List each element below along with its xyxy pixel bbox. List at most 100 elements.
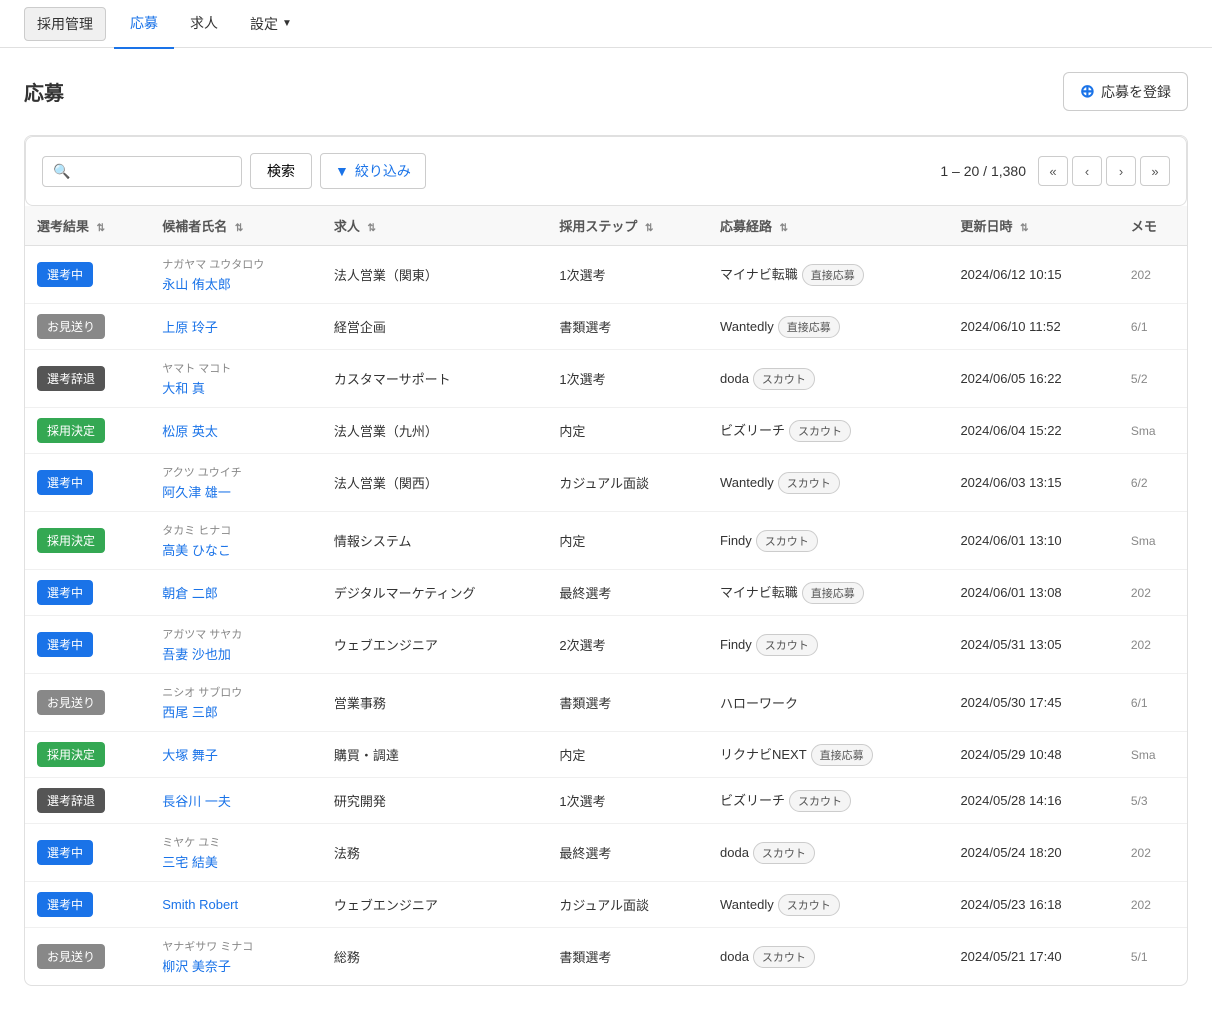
status-badge: 採用決定 — [37, 742, 105, 767]
cell-step: 内定 — [547, 732, 708, 778]
cell-name: 松原 英太 — [150, 408, 322, 454]
candidate-name-link[interactable]: 大塚 舞子 — [162, 748, 218, 763]
candidate-name-link[interactable]: 高美 ひなこ — [162, 543, 231, 558]
search-input[interactable] — [76, 163, 231, 179]
cell-name: 上原 玲子 — [150, 304, 322, 350]
candidate-kana: ニシオ サブロウ — [162, 684, 310, 700]
status-badge: 選考中 — [37, 262, 93, 287]
nav-item-recruitment[interactable]: 採用管理 — [24, 7, 106, 41]
table-row: 採用決定タカミ ヒナコ高美 ひなこ情報システム内定Findyスカウト2024/0… — [25, 512, 1187, 570]
search-icon: 🔍 — [53, 163, 70, 180]
nav-item-applications[interactable]: 応募 — [114, 0, 174, 49]
cell-updated: 2024/06/12 10:15 — [948, 246, 1118, 304]
table-row: 採用決定松原 英太法人営業（九州）内定ビズリーチスカウト2024/06/04 1… — [25, 408, 1187, 454]
last-page-button[interactable]: » — [1140, 156, 1170, 186]
cell-step: 内定 — [547, 512, 708, 570]
cell-job: 法人営業（関東） — [322, 246, 548, 304]
candidate-kana: ヤナギサワ ミナコ — [162, 938, 310, 954]
source-tag: スカウト — [778, 472, 840, 494]
cell-updated: 2024/06/01 13:08 — [948, 570, 1118, 616]
cell-memo: 202 — [1119, 570, 1187, 616]
cell-memo: 202 — [1119, 616, 1187, 674]
cell-source: Findyスカウト — [708, 512, 948, 570]
candidate-name-link[interactable]: 柳沢 美奈子 — [162, 959, 231, 974]
table-row: 選考辞退ヤマト マコト大和 真カスタマーサポート1次選考dodaスカウト2024… — [25, 350, 1187, 408]
source-tag: スカウト — [753, 368, 815, 390]
candidate-name-link[interactable]: 朝倉 二郎 — [162, 586, 218, 601]
candidate-name-link[interactable]: 松原 英太 — [162, 424, 218, 439]
col-header-name[interactable]: 候補者氏名 ⇅ — [150, 206, 322, 246]
source-tag: スカウト — [756, 634, 818, 656]
applications-table: 選考結果 ⇅ 候補者氏名 ⇅ 求人 ⇅ 採用ステップ ⇅ — [25, 206, 1187, 985]
cell-step: 内定 — [547, 408, 708, 454]
table-container: 🔍 検索 ▼ 絞り込み 1 – 20 / 1,380 « ‹ › » — [24, 135, 1188, 986]
cell-memo: 202 — [1119, 824, 1187, 882]
cell-job: カスタマーサポート — [322, 350, 548, 408]
col-header-source[interactable]: 応募経路 ⇅ — [708, 206, 948, 246]
dropdown-icon: ▼ — [282, 18, 292, 29]
cell-result: お見送り — [25, 674, 150, 732]
candidate-name-link[interactable]: 三宅 結美 — [162, 855, 218, 870]
cell-name: 朝倉 二郎 — [150, 570, 322, 616]
cell-step: 書類選考 — [547, 928, 708, 986]
next-page-button[interactable]: › — [1106, 156, 1136, 186]
cell-updated: 2024/05/29 10:48 — [948, 732, 1118, 778]
first-page-button[interactable]: « — [1038, 156, 1068, 186]
cell-updated: 2024/05/21 17:40 — [948, 928, 1118, 986]
table-row: 選考辞退長谷川 一夫研究開発1次選考ビズリーチスカウト2024/05/28 14… — [25, 778, 1187, 824]
candidate-name-link[interactable]: 吾妻 沙也加 — [162, 647, 231, 662]
candidate-name-link[interactable]: 大和 真 — [162, 381, 205, 396]
cell-memo: Sma — [1119, 732, 1187, 778]
cell-result: 採用決定 — [25, 512, 150, 570]
candidate-kana: ミヤケ ユミ — [162, 834, 310, 850]
sort-icon-name: ⇅ — [235, 223, 243, 234]
col-header-updated[interactable]: 更新日時 ⇅ — [948, 206, 1118, 246]
cell-name: ナガヤマ ユウタロウ永山 侑太郎 — [150, 246, 322, 304]
candidate-name-link[interactable]: Smith Robert — [162, 897, 238, 912]
cell-result: 選考辞退 — [25, 778, 150, 824]
register-application-button[interactable]: ⊕ 応募を登録 — [1063, 72, 1188, 111]
candidate-name-link[interactable]: 長谷川 一夫 — [162, 794, 231, 809]
cell-updated: 2024/05/30 17:45 — [948, 674, 1118, 732]
table-row: お見送り上原 玲子経営企画書類選考Wantedly直接応募2024/06/10 … — [25, 304, 1187, 350]
nav-item-jobs[interactable]: 求人 — [174, 0, 234, 49]
status-badge: お見送り — [37, 314, 105, 339]
nav-item-settings[interactable]: 設定 ▼ — [234, 0, 308, 48]
status-badge: 選考中 — [37, 892, 93, 917]
cell-memo: 6/1 — [1119, 674, 1187, 732]
cell-step: 1次選考 — [547, 246, 708, 304]
search-button[interactable]: 検索 — [250, 153, 312, 189]
pagination-controls: « ‹ › » — [1038, 156, 1170, 186]
cell-result: 選考中 — [25, 824, 150, 882]
cell-step: 最終選考 — [547, 824, 708, 882]
candidate-name-link[interactable]: 上原 玲子 — [162, 320, 218, 335]
cell-job: 総務 — [322, 928, 548, 986]
col-header-job[interactable]: 求人 ⇅ — [322, 206, 548, 246]
cell-name: タカミ ヒナコ高美 ひなこ — [150, 512, 322, 570]
candidate-name-link[interactable]: 永山 侑太郎 — [162, 277, 231, 292]
cell-job: 経営企画 — [322, 304, 548, 350]
status-badge: 選考中 — [37, 470, 93, 495]
cell-result: 選考中 — [25, 246, 150, 304]
candidate-name-link[interactable]: 西尾 三郎 — [162, 705, 218, 720]
cell-name: アガツマ サヤカ吾妻 沙也加 — [150, 616, 322, 674]
cell-job: 法務 — [322, 824, 548, 882]
cell-source: ハローワーク — [708, 674, 948, 732]
table-row: 選考中アクツ ユウイチ阿久津 雄一法人営業（関西）カジュアル面談Wantedly… — [25, 454, 1187, 512]
candidate-name-link[interactable]: 阿久津 雄一 — [162, 485, 231, 500]
cell-memo: 6/1 — [1119, 304, 1187, 350]
cell-memo: 6/2 — [1119, 454, 1187, 512]
cell-job: デジタルマーケティング — [322, 570, 548, 616]
cell-memo: 202 — [1119, 882, 1187, 928]
col-header-step[interactable]: 採用ステップ ⇅ — [547, 206, 708, 246]
filter-button[interactable]: ▼ 絞り込み — [320, 153, 426, 189]
col-header-result[interactable]: 選考結果 ⇅ — [25, 206, 150, 246]
prev-page-button[interactable]: ‹ — [1072, 156, 1102, 186]
cell-result: 選考中 — [25, 454, 150, 512]
cell-step: カジュアル面談 — [547, 454, 708, 512]
candidate-kana: ナガヤマ ユウタロウ — [162, 256, 310, 272]
filter-label: 絞り込み — [355, 161, 411, 181]
table-row: 選考中朝倉 二郎デジタルマーケティング最終選考マイナビ転職直接応募2024/06… — [25, 570, 1187, 616]
source-tag: 直接応募 — [811, 744, 873, 766]
cell-result: 選考辞退 — [25, 350, 150, 408]
